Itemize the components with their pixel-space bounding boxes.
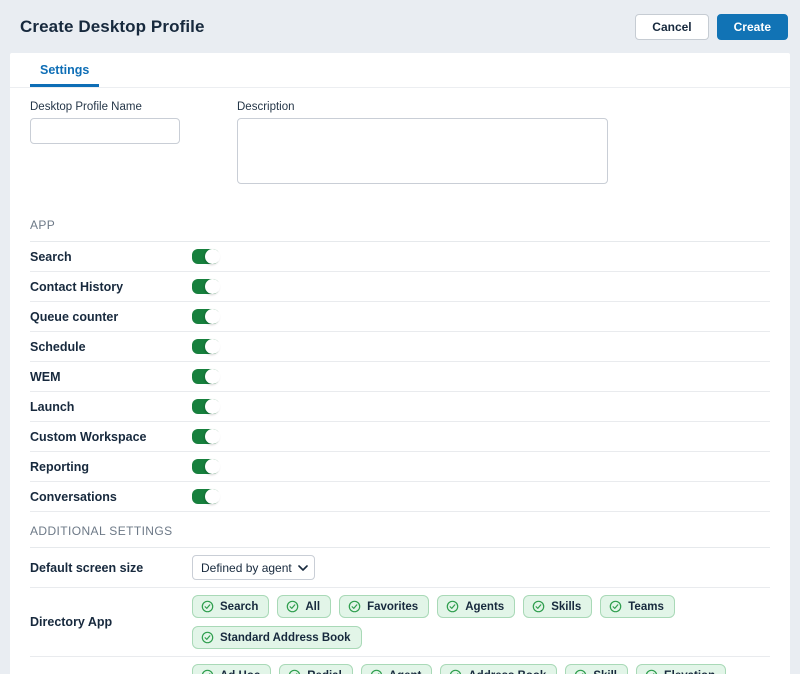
toggle-row: WEM — [30, 362, 770, 392]
screen-size-select[interactable]: Defined by agent — [192, 555, 315, 580]
check-circle-icon — [288, 669, 301, 674]
header-actions: Cancel Create — [635, 14, 788, 40]
app-section-title: APP — [30, 218, 770, 241]
description-field-label: Description — [237, 101, 608, 113]
chip-label: Teams — [628, 601, 664, 613]
chip-standard-address-book[interactable]: Standard Address Book — [192, 626, 362, 649]
name-field-group: Desktop Profile Name — [30, 101, 180, 189]
toggle-row-label: Launch — [30, 400, 192, 414]
check-circle-icon — [201, 631, 214, 644]
chip-label: Agents — [465, 601, 504, 613]
toggle-row-label: Reporting — [30, 460, 192, 474]
chip-agent[interactable]: Agent — [361, 664, 433, 674]
toggle-row: Schedule — [30, 332, 770, 362]
toggle-row: Queue counter — [30, 302, 770, 332]
toggle-reporting[interactable] — [192, 459, 219, 474]
outbound-calling-chip-list: Ad Hoc Redial Agent Address Book Skill — [192, 664, 770, 674]
chip-all[interactable]: All — [277, 595, 331, 618]
outbound-calling-row: Outbound Calling Ad Hoc Redial Agent Add… — [30, 657, 770, 674]
description-textarea[interactable] — [237, 118, 608, 184]
toggle-row-label: Schedule — [30, 340, 192, 354]
toggle-row-label: Contact History — [30, 280, 192, 294]
check-circle-icon — [201, 669, 214, 674]
profile-name-input[interactable] — [30, 118, 180, 144]
check-circle-icon — [370, 669, 383, 674]
chip-teams[interactable]: Teams — [600, 595, 675, 618]
check-circle-icon — [532, 600, 545, 613]
create-button[interactable]: Create — [717, 14, 788, 40]
page-header: Create Desktop Profile Cancel Create — [0, 0, 800, 53]
toggle-row: Contact History — [30, 272, 770, 302]
chip-label: Standard Address Book — [220, 632, 351, 644]
check-circle-icon — [348, 600, 361, 613]
check-circle-icon — [446, 600, 459, 613]
profile-form: Desktop Profile Name Description — [30, 101, 770, 189]
directory-app-chip-list: Search All Favorites Agents Skills — [192, 595, 770, 649]
check-circle-icon — [449, 669, 462, 674]
toggle-launch[interactable] — [192, 399, 219, 414]
cancel-button[interactable]: Cancel — [635, 14, 708, 40]
directory-app-label: Directory App — [30, 615, 192, 629]
chip-skills[interactable]: Skills — [523, 595, 592, 618]
chip-ad-hoc[interactable]: Ad Hoc — [192, 664, 271, 674]
toggle-schedule[interactable] — [192, 339, 219, 354]
chip-label: Search — [220, 601, 258, 613]
toggle-row-label: Custom Workspace — [30, 430, 192, 444]
toggle-row-label: Conversations — [30, 490, 192, 504]
additional-settings-title: ADDITIONAL SETTINGS — [30, 524, 770, 547]
toggle-row: Custom Workspace — [30, 422, 770, 452]
toggle-row: Conversations — [30, 482, 770, 512]
description-field-group: Description — [237, 101, 608, 189]
app-toggle-list: Search Contact History Queue counter Sch… — [30, 242, 770, 512]
chip-label: All — [305, 601, 320, 613]
chip-search[interactable]: Search — [192, 595, 269, 618]
check-circle-icon — [645, 669, 658, 674]
toggle-search[interactable] — [192, 249, 219, 264]
default-screen-size-row: Default screen size Defined by agent — [30, 548, 770, 588]
chip-redial[interactable]: Redial — [279, 664, 353, 674]
directory-app-row: Directory App Search All Favorites Agent… — [30, 588, 770, 657]
toggle-row: Search — [30, 242, 770, 272]
additional-settings-section: ADDITIONAL SETTINGS Default screen size … — [30, 524, 770, 674]
chip-address-book[interactable]: Address Book — [440, 664, 557, 674]
toggle-queue-counter[interactable] — [192, 309, 219, 324]
chip-label: Ad Hoc — [220, 670, 260, 674]
chip-label: Skills — [551, 601, 581, 613]
chip-label: Address Book — [468, 670, 546, 674]
toggle-wem[interactable] — [192, 369, 219, 384]
chip-label: Skill — [593, 670, 617, 674]
toggle-row-label: WEM — [30, 370, 192, 384]
page-title: Create Desktop Profile — [20, 17, 205, 37]
check-circle-icon — [609, 600, 622, 613]
chip-label: Agent — [389, 670, 422, 674]
app-section: APP Search Contact History Queue counter… — [30, 218, 770, 512]
check-circle-icon — [574, 669, 587, 674]
check-circle-icon — [286, 600, 299, 613]
toggle-contact-history[interactable] — [192, 279, 219, 294]
toggle-row: Reporting — [30, 452, 770, 482]
chip-label: Favorites — [367, 601, 418, 613]
toggle-row: Launch — [30, 392, 770, 422]
chip-favorites[interactable]: Favorites — [339, 595, 429, 618]
check-circle-icon — [201, 600, 214, 613]
chip-label: Elevation — [664, 670, 715, 674]
chip-agents[interactable]: Agents — [437, 595, 515, 618]
toggle-custom-workspace[interactable] — [192, 429, 219, 444]
chip-label: Redial — [307, 670, 342, 674]
tab-settings[interactable]: Settings — [30, 53, 99, 87]
card-content: Desktop Profile Name Description APP Sea… — [10, 101, 790, 674]
settings-card: Settings Desktop Profile Name Descriptio… — [10, 53, 790, 674]
chip-elevation[interactable]: Elevation — [636, 664, 726, 674]
chip-skill[interactable]: Skill — [565, 664, 628, 674]
default-screen-size-label: Default screen size — [30, 561, 192, 575]
toggle-row-label: Queue counter — [30, 310, 192, 324]
screen-size-select-wrap: Defined by agent — [192, 555, 315, 580]
name-field-label: Desktop Profile Name — [30, 101, 180, 113]
tab-bar: Settings — [10, 53, 790, 88]
toggle-conversations[interactable] — [192, 489, 219, 504]
toggle-row-label: Search — [30, 250, 192, 264]
